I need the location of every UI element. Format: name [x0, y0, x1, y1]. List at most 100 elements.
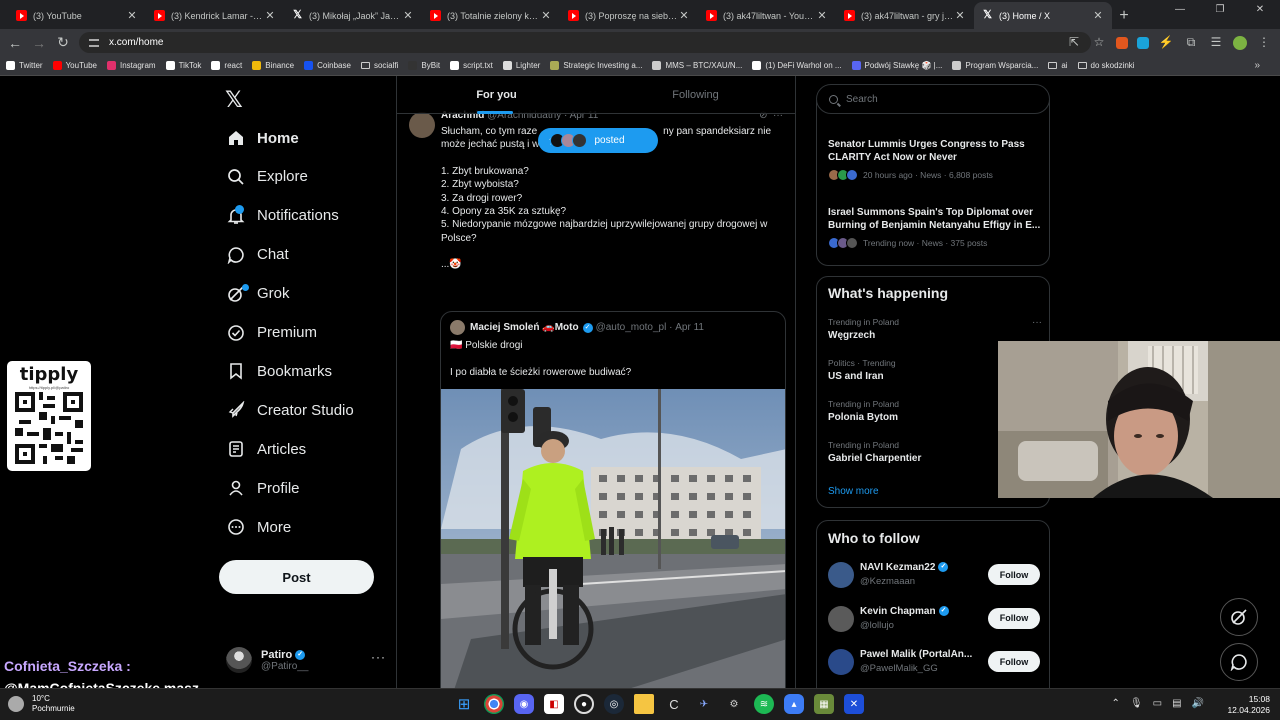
- bookmark-item[interactable]: ai: [1048, 61, 1068, 70]
- app-icon[interactable]: C: [664, 694, 684, 714]
- bookmark-item[interactable]: do skodzinki: [1077, 61, 1135, 70]
- browser-tab[interactable]: 𝕏 (3) Home / X ✕: [974, 2, 1112, 29]
- file-explorer-icon[interactable]: [634, 694, 654, 714]
- close-tab-icon[interactable]: ✕: [264, 9, 276, 22]
- browser-tab[interactable]: (3) YouTube ✕: [8, 2, 146, 29]
- app-icon[interactable]: ▴: [784, 694, 804, 714]
- quoted-tweet[interactable]: Maciej Smoleń 🚗Moto ✓ @auto_moto_pl · Ap…: [440, 311, 786, 688]
- extensions-puzzle-icon[interactable]: ⧉: [1183, 34, 1199, 50]
- news-item[interactable]: Senator Lummis Urges Congress to Pass CL…: [828, 138, 1042, 181]
- chrome-icon[interactable]: [484, 694, 504, 714]
- site-info-icon[interactable]: [89, 38, 99, 47]
- x-icon[interactable]: ✕: [844, 694, 864, 714]
- post-button[interactable]: Post: [219, 560, 374, 594]
- sidebar-item-premium[interactable]: Premium: [227, 318, 317, 348]
- close-tab-icon[interactable]: ✕: [540, 9, 552, 22]
- avatar[interactable]: [828, 562, 854, 588]
- spotify-icon[interactable]: ≋: [754, 694, 774, 714]
- steam-icon[interactable]: ◎: [604, 694, 624, 714]
- sidebar-item-chat[interactable]: Chat: [227, 240, 289, 270]
- messages-float-button[interactable]: [1220, 643, 1258, 681]
- start-icon[interactable]: ⊞: [454, 694, 474, 714]
- sidebar-item-notifications[interactable]: Notifications: [227, 201, 339, 231]
- close-tab-icon[interactable]: ✕: [1092, 9, 1104, 22]
- bookmark-item[interactable]: Twitter: [6, 61, 43, 70]
- bookmark-item[interactable]: Program Wsparcia...: [952, 61, 1038, 70]
- browser-tab[interactable]: (3) Kendrick Lamar - King ✕: [146, 2, 284, 29]
- more-dots-icon[interactable]: ···: [371, 650, 386, 664]
- cyclist-photo[interactable]: [441, 389, 786, 688]
- browser-tab[interactable]: (3) ak47liltwan - gry jeja b ✕: [836, 2, 974, 29]
- close-tab-icon[interactable]: ✕: [816, 9, 828, 22]
- weather-widget[interactable]: 10°C Pochmurnie: [8, 694, 75, 714]
- bookmark-item[interactable]: Lighter: [502, 61, 540, 70]
- follow-button[interactable]: Follow: [988, 651, 1040, 672]
- avatar[interactable]: [828, 649, 854, 675]
- sidebar-item-grok[interactable]: Grok: [227, 279, 290, 309]
- obs-icon[interactable]: ●: [574, 694, 594, 714]
- star-icon[interactable]: ☆: [1091, 34, 1107, 50]
- forward-icon[interactable]: →: [27, 35, 51, 51]
- tab-for-you[interactable]: For you: [397, 76, 596, 114]
- browser-tab[interactable]: (3) Totalnie zielony kursan✕: [422, 2, 560, 29]
- follow-button[interactable]: Follow: [988, 607, 1040, 629]
- account-switcher[interactable]: Patiro ✓ @Patiro__ ···: [226, 644, 386, 676]
- close-tab-icon[interactable]: ✕: [402, 9, 414, 22]
- sidebar-item-articles[interactable]: Articles: [227, 434, 306, 464]
- settings-icon[interactable]: ⚙: [724, 694, 744, 714]
- close-tab-icon[interactable]: ✕: [954, 9, 966, 22]
- bookmark-item[interactable]: react: [211, 61, 242, 70]
- microphone-icon[interactable]: 🎙: [1130, 698, 1143, 709]
- follow-suggestion[interactable]: Kevin Chapman ✓ @lollujo Follow: [828, 604, 1040, 634]
- bookmark-item[interactable]: Instagram: [107, 61, 156, 70]
- follow-button[interactable]: Follow: [988, 564, 1040, 585]
- bookmark-item[interactable]: script.txt: [450, 61, 493, 70]
- app-icon[interactable]: ◧: [544, 694, 564, 714]
- sidebar-item-more[interactable]: More: [227, 512, 291, 542]
- browser-tab[interactable]: (3) ak47liltwan - YouTube ✕: [698, 2, 836, 29]
- avatar[interactable]: [409, 112, 435, 138]
- bookmark-item[interactable]: Strategic Investing a...: [550, 61, 642, 70]
- app-icon[interactable]: ▦: [814, 694, 834, 714]
- close-tab-icon[interactable]: ✕: [126, 9, 138, 22]
- bookmark-item[interactable]: Coinbase: [304, 61, 351, 70]
- sidebar-item-home[interactable]: Home: [227, 123, 299, 153]
- clock[interactable]: 15:08 12.04.2026: [1227, 694, 1270, 716]
- display-icon[interactable]: ▭: [1153, 698, 1162, 709]
- volume-icon[interactable]: 🔊: [1192, 698, 1204, 709]
- app-icon[interactable]: ✈: [694, 694, 714, 714]
- avatar[interactable]: [828, 605, 854, 632]
- extension-fox-icon[interactable]: [1116, 37, 1128, 49]
- install-icon[interactable]: ⇱: [1066, 34, 1082, 50]
- reading-list-icon[interactable]: ☰: [1208, 34, 1224, 50]
- profile-avatar-icon[interactable]: [1233, 35, 1247, 50]
- trend-item[interactable]: Trending in Poland Węgrzech ···: [828, 317, 1042, 341]
- x-logo-icon[interactable]: 𝕏: [225, 88, 243, 113]
- new-posts-pill[interactable]: ↑ posted: [538, 128, 658, 153]
- sidebar-item-profile[interactable]: Profile: [227, 473, 300, 503]
- show-more-link[interactable]: Show more: [828, 486, 879, 497]
- network-icon[interactable]: ▤: [1172, 698, 1181, 709]
- maximize-icon[interactable]: ❐: [1200, 4, 1240, 15]
- back-icon[interactable]: ←: [3, 35, 27, 51]
- bookmark-item[interactable]: YouTube: [52, 61, 97, 70]
- chevron-up-icon[interactable]: ⌃: [1112, 698, 1120, 709]
- bookmark-item[interactable]: socialfi: [360, 61, 398, 70]
- bookmark-item[interactable]: ByBit: [408, 61, 440, 70]
- grok-float-button[interactable]: [1220, 598, 1258, 636]
- tab-following[interactable]: Following: [596, 76, 795, 114]
- discord-icon[interactable]: ◉: [514, 694, 534, 714]
- minimize-icon[interactable]: —: [1160, 4, 1200, 15]
- browser-tab[interactable]: 𝕏 (3) Mikołaj „Jaok” Janusz ✕: [284, 2, 422, 29]
- bookmarks-overflow-icon[interactable]: »: [1254, 60, 1260, 71]
- sidebar-item-creator-studio[interactable]: Creator Studio: [227, 395, 354, 425]
- more-dots-icon[interactable]: ···: [1032, 317, 1042, 328]
- new-tab-button[interactable]: +: [1112, 2, 1136, 29]
- follow-suggestion[interactable]: Pawel Malik (PortalAn... @PawelMalik_GG Fo…: [828, 647, 1040, 677]
- extension-blue-icon[interactable]: [1137, 37, 1149, 49]
- bookmark-item[interactable]: TikTok: [165, 61, 201, 70]
- bookmark-item[interactable]: Binance: [252, 61, 294, 70]
- bookmark-item[interactable]: (1) DeFi Warhol on ...: [752, 61, 842, 70]
- bookmark-item[interactable]: MMS – BTC/XAU/N...: [652, 61, 742, 70]
- sidebar-item-bookmarks[interactable]: Bookmarks: [227, 356, 332, 386]
